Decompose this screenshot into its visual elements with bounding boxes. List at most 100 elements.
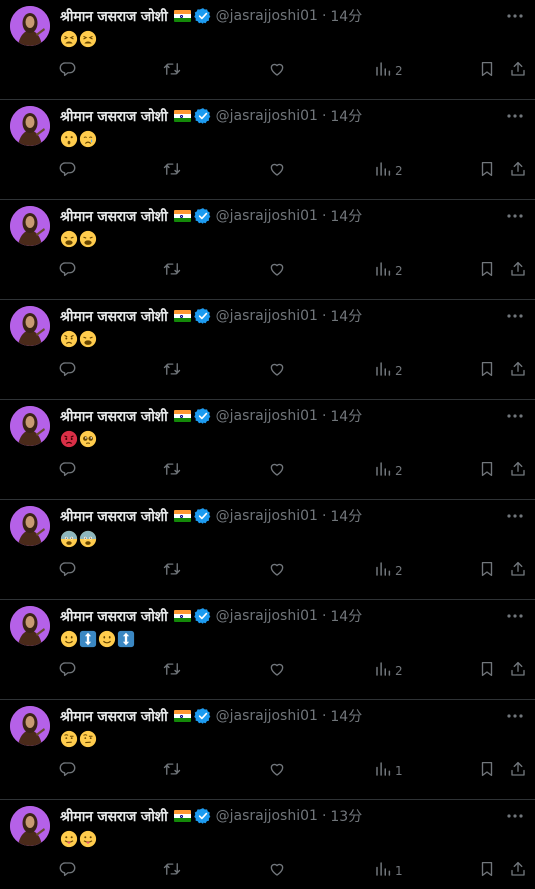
user-handle[interactable]: @jasrajjoshi01 (216, 608, 318, 624)
verified-badge-icon[interactable] (193, 807, 212, 825)
like-button[interactable] (268, 661, 286, 681)
more-icon[interactable] (505, 706, 525, 726)
reply-button[interactable] (59, 61, 77, 81)
timestamp[interactable]: 13分 (330, 806, 362, 826)
verified-badge-icon[interactable] (193, 7, 212, 25)
verified-badge-icon[interactable] (193, 607, 212, 625)
share-button[interactable] (509, 161, 527, 181)
tweet[interactable]: श्रीमान जसराज जोशी @jasrajjoshi01 · 14分 … (0, 300, 535, 400)
more-icon[interactable] (505, 306, 525, 326)
verified-badge-icon[interactable] (193, 207, 212, 225)
like-button[interactable] (268, 861, 286, 881)
reply-button[interactable] (59, 361, 77, 381)
retweet-button[interactable] (163, 361, 181, 381)
reply-button[interactable] (59, 661, 77, 681)
bookmark-button[interactable] (478, 561, 496, 581)
retweet-button[interactable] (163, 61, 181, 81)
verified-badge-icon[interactable] (193, 507, 212, 525)
avatar[interactable] (10, 406, 50, 446)
retweet-button[interactable] (163, 761, 181, 781)
share-button[interactable] (509, 461, 527, 481)
timestamp[interactable]: 14分 (330, 506, 362, 526)
reply-button[interactable] (59, 561, 77, 581)
user-handle[interactable]: @jasrajjoshi01 (216, 208, 318, 224)
reply-button[interactable] (59, 861, 77, 881)
like-button[interactable] (268, 261, 286, 281)
user-handle[interactable]: @jasrajjoshi01 (216, 108, 318, 124)
avatar[interactable] (10, 6, 50, 46)
user-handle[interactable]: @jasrajjoshi01 (216, 708, 318, 724)
share-button[interactable] (509, 261, 527, 281)
display-name[interactable]: श्रीमान जसराज जोशी (60, 307, 168, 326)
bookmark-button[interactable] (478, 761, 496, 781)
tweet[interactable]: श्रीमान जसराज जोशी @jasrajjoshi01 · 14分 … (0, 600, 535, 700)
bookmark-button[interactable] (478, 61, 496, 81)
more-icon[interactable] (505, 6, 525, 26)
tweet[interactable]: श्रीमान जसराज जोशी @jasrajjoshi01 · 14分 … (0, 700, 535, 800)
more-icon[interactable] (505, 506, 525, 526)
views-button[interactable]: 2 (374, 61, 403, 81)
retweet-button[interactable] (163, 461, 181, 481)
retweet-button[interactable] (163, 661, 181, 681)
like-button[interactable] (268, 161, 286, 181)
reply-button[interactable] (59, 261, 77, 281)
user-handle[interactable]: @jasrajjoshi01 (216, 508, 318, 524)
avatar[interactable] (10, 806, 50, 846)
bookmark-button[interactable] (478, 461, 496, 481)
verified-badge-icon[interactable] (193, 707, 212, 725)
tweet[interactable]: श्रीमान जसराज जोशी @jasrajjoshi01 · 14分 … (0, 400, 535, 500)
share-button[interactable] (509, 61, 527, 81)
like-button[interactable] (268, 461, 286, 481)
more-icon[interactable] (505, 606, 525, 626)
timestamp[interactable]: 14分 (330, 706, 362, 726)
views-button[interactable]: 2 (374, 561, 403, 581)
tweet[interactable]: श्रीमान जसराज जोशी @jasrajjoshi01 · 14分 … (0, 100, 535, 200)
verified-badge-icon[interactable] (193, 107, 212, 125)
like-button[interactable] (268, 561, 286, 581)
reply-button[interactable] (59, 461, 77, 481)
views-button[interactable]: 1 (374, 861, 403, 881)
timestamp[interactable]: 14分 (330, 406, 362, 426)
display-name[interactable]: श्रीमान जसराज जोशी (60, 107, 168, 126)
avatar[interactable] (10, 206, 50, 246)
views-button[interactable]: 2 (374, 361, 403, 381)
timestamp[interactable]: 14分 (330, 606, 362, 626)
retweet-button[interactable] (163, 161, 181, 181)
more-icon[interactable] (505, 406, 525, 426)
retweet-button[interactable] (163, 261, 181, 281)
bookmark-button[interactable] (478, 861, 496, 881)
more-icon[interactable] (505, 206, 525, 226)
retweet-button[interactable] (163, 561, 181, 581)
reply-button[interactable] (59, 761, 77, 781)
verified-badge-icon[interactable] (193, 407, 212, 425)
tweet[interactable]: श्रीमान जसराज जोशी @jasrajjoshi01 · 14分 … (0, 0, 535, 100)
views-button[interactable]: 2 (374, 261, 403, 281)
bookmark-button[interactable] (478, 161, 496, 181)
display-name[interactable]: श्रीमान जसराज जोशी (60, 707, 168, 726)
bookmark-button[interactable] (478, 361, 496, 381)
views-button[interactable]: 1 (374, 761, 403, 781)
display-name[interactable]: श्रीमान जसराज जोशी (60, 207, 168, 226)
user-handle[interactable]: @jasrajjoshi01 (216, 308, 318, 324)
more-icon[interactable] (505, 806, 525, 826)
share-button[interactable] (509, 861, 527, 881)
display-name[interactable]: श्रीमान जसराज जोशी (60, 807, 168, 826)
avatar[interactable] (10, 106, 50, 146)
views-button[interactable]: 2 (374, 461, 403, 481)
verified-badge-icon[interactable] (193, 307, 212, 325)
avatar[interactable] (10, 506, 50, 546)
views-button[interactable]: 2 (374, 161, 403, 181)
tweet[interactable]: श्रीमान जसराज जोशी @jasrajjoshi01 · 13分 … (0, 800, 535, 889)
reply-button[interactable] (59, 161, 77, 181)
like-button[interactable] (268, 61, 286, 81)
avatar[interactable] (10, 706, 50, 746)
tweet[interactable]: श्रीमान जसराज जोशी @jasrajjoshi01 · 14分 … (0, 500, 535, 600)
timestamp[interactable]: 14分 (330, 6, 362, 26)
like-button[interactable] (268, 361, 286, 381)
user-handle[interactable]: @jasrajjoshi01 (216, 808, 318, 824)
views-button[interactable]: 2 (374, 661, 403, 681)
share-button[interactable] (509, 661, 527, 681)
display-name[interactable]: श्रीमान जसराज जोशी (60, 407, 168, 426)
timestamp[interactable]: 14分 (330, 206, 362, 226)
retweet-button[interactable] (163, 861, 181, 881)
